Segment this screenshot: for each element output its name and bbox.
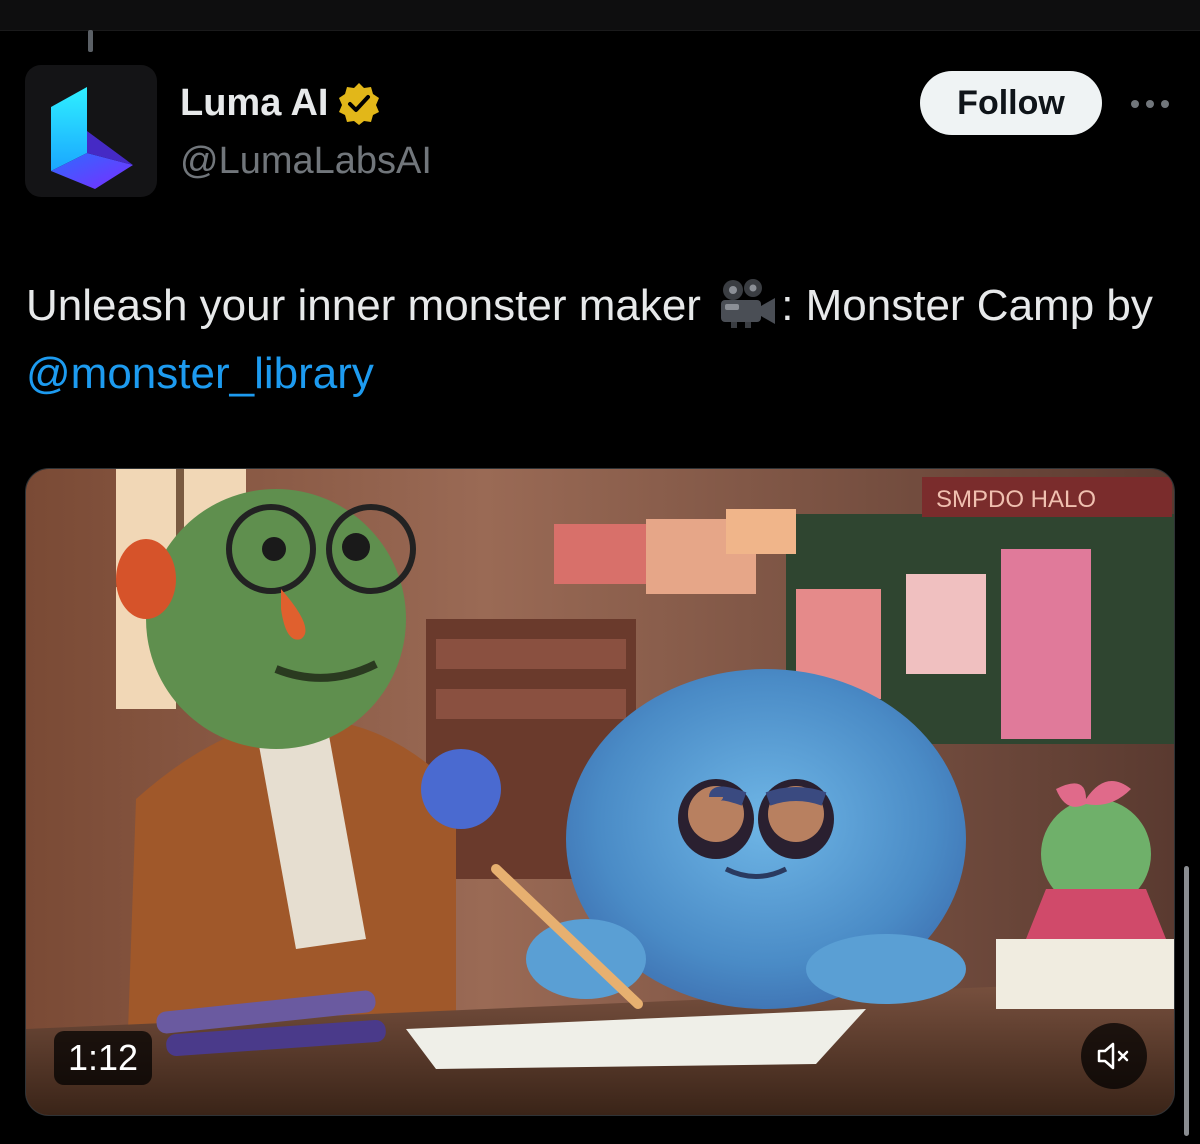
ellipsis-icon	[1131, 100, 1169, 108]
previous-post-edge	[0, 0, 1200, 31]
author-display-name[interactable]: Luma AI	[180, 80, 381, 126]
luma-logo-icon	[51, 87, 133, 189]
more-options-button[interactable]	[1126, 86, 1174, 122]
author-avatar[interactable]	[25, 65, 157, 197]
scrollbar-thumb[interactable]	[1184, 866, 1189, 1136]
author-handle[interactable]: @LumaLabsAI	[180, 138, 432, 184]
video-player[interactable]: SMPDO HALO 1:12	[25, 468, 1175, 1116]
chalkboard-banner-text: SMPDO HALO	[936, 486, 1096, 513]
video-thumbnail: SMPDO HALO	[26, 469, 1174, 1115]
tweet-text-part2: : Monster Camp by	[781, 281, 1153, 330]
unmute-button[interactable]	[1081, 1023, 1147, 1089]
mention-link[interactable]: @monster_library	[26, 349, 374, 398]
speaker-muted-icon	[1097, 1042, 1129, 1070]
follow-button[interactable]: Follow	[920, 71, 1102, 135]
video-duration: 1:12	[54, 1031, 153, 1085]
thread-connector-line	[88, 30, 93, 52]
verified-badge-icon	[337, 81, 381, 125]
tweet-page: Luma AI @LumaLabsAI Follow Unleash your …	[0, 0, 1200, 1144]
tweet-text-part1: Unleash your inner monster maker	[26, 281, 701, 330]
tweet-text: Unleash your inner monster maker : Monst…	[26, 272, 1176, 408]
display-name-text: Luma AI	[180, 82, 329, 124]
movie-camera-emoji-icon	[717, 278, 779, 328]
